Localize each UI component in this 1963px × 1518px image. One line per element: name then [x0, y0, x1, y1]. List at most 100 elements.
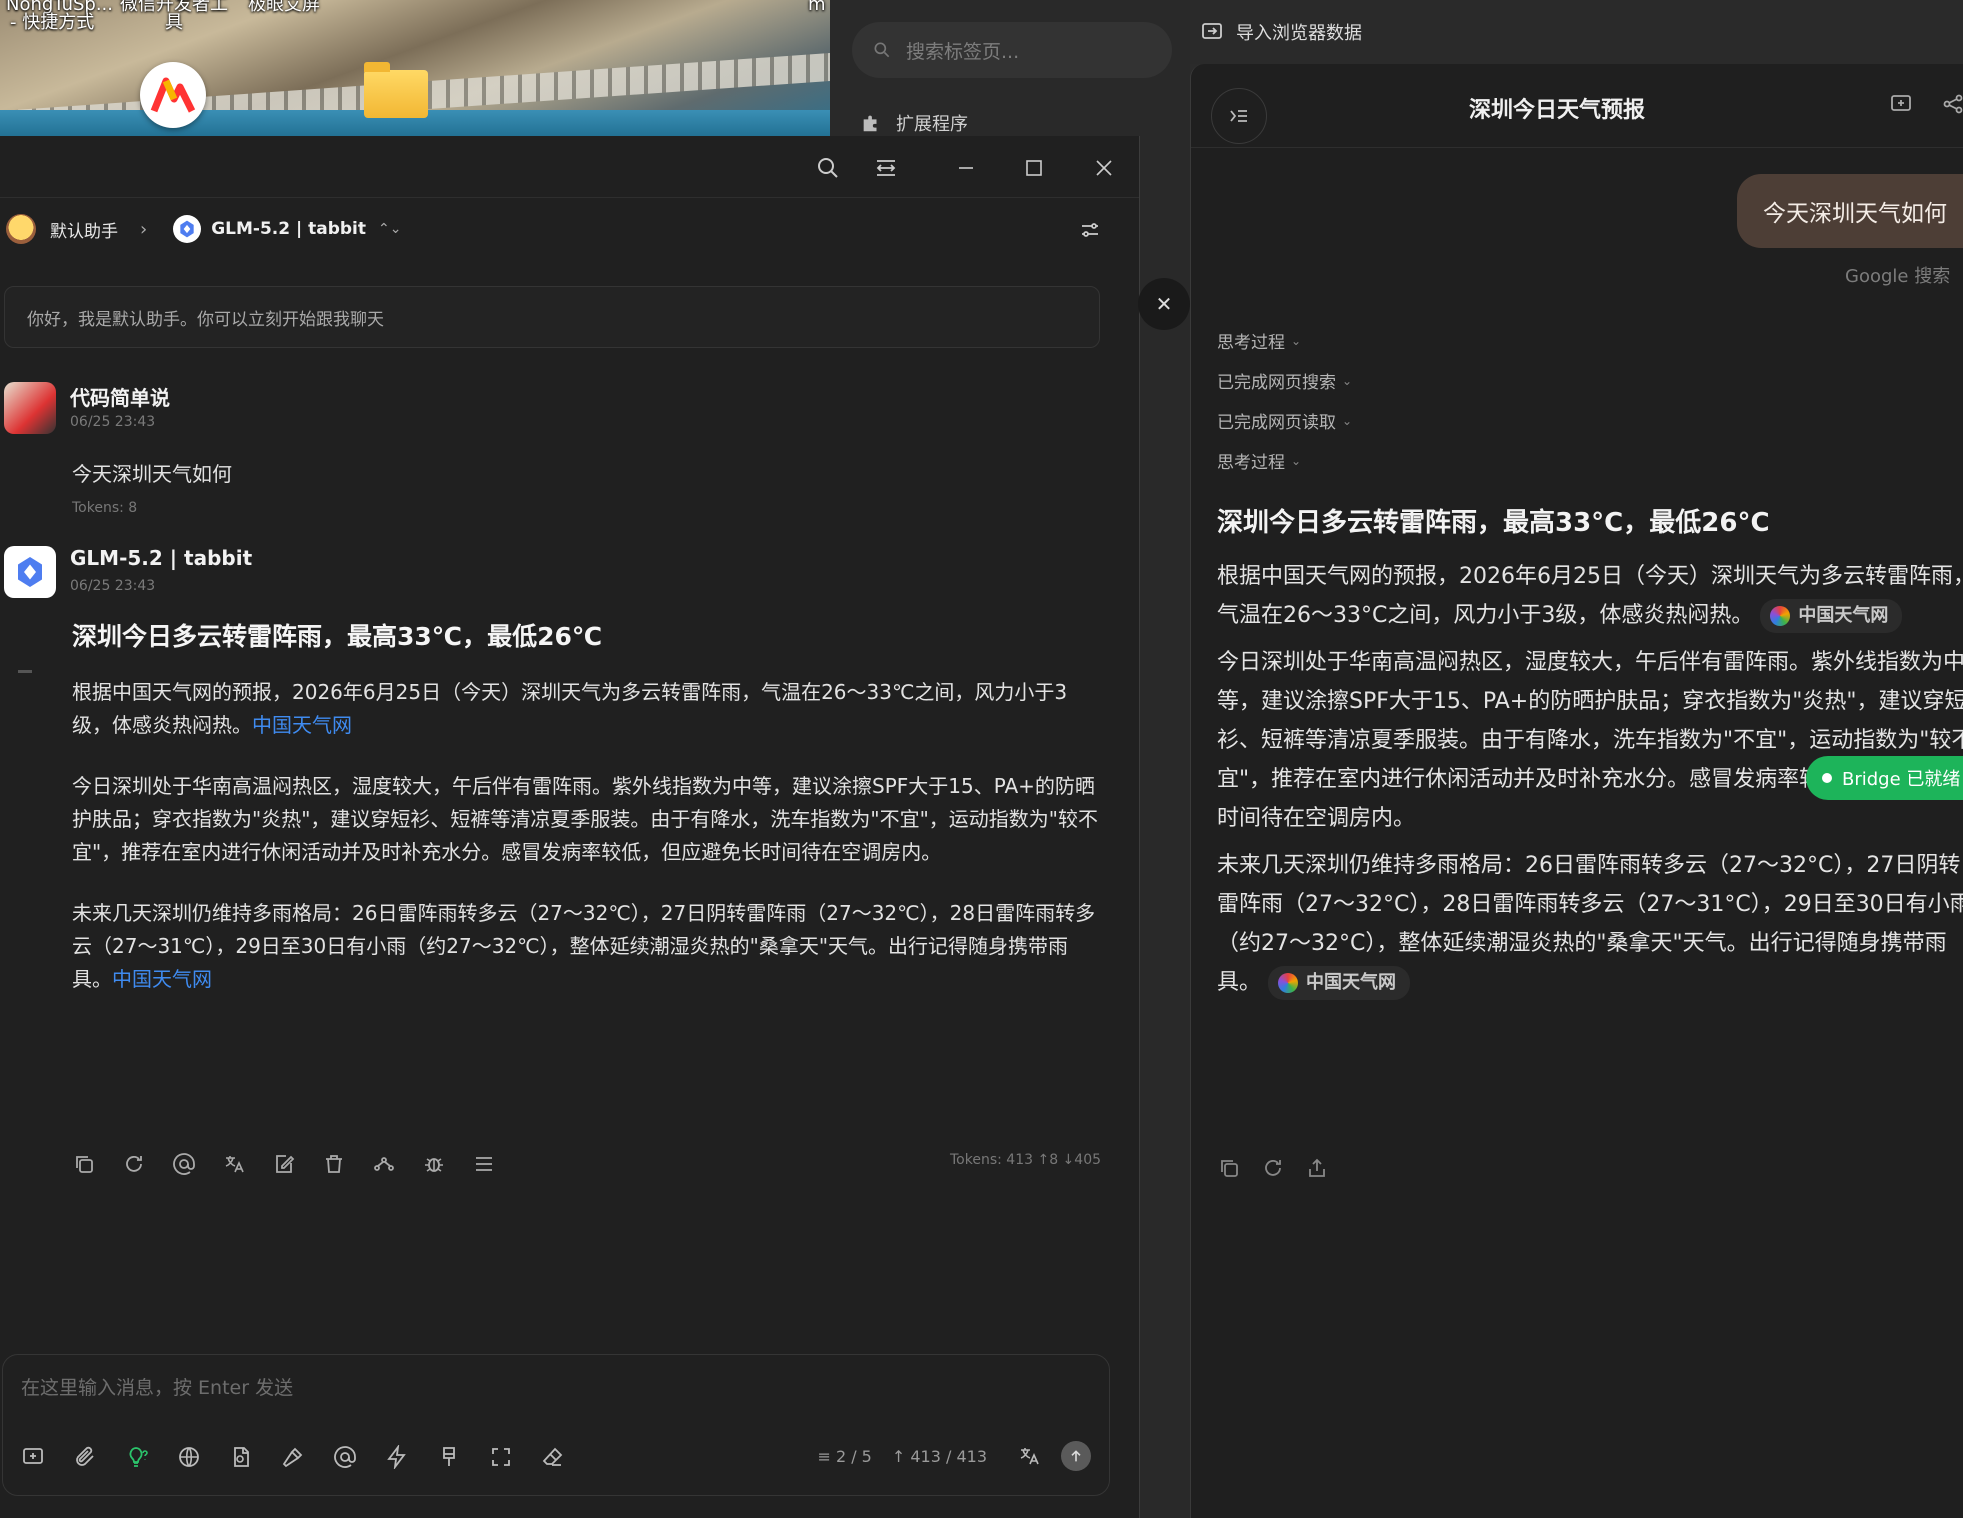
app-a-icon[interactable] — [140, 62, 206, 128]
model-logo-icon — [173, 215, 202, 243]
message-time: 06/25 23:43 — [70, 578, 156, 594]
tab-search-box[interactable]: 搜索标签页... — [852, 22, 1172, 78]
step-web-read[interactable]: 已完成网页读取 ⌄ — [1217, 408, 1352, 433]
assistant-panel-header: 深圳今日天气预报 — [1191, 64, 1963, 148]
upload-share-icon[interactable] — [1305, 1156, 1329, 1180]
extensions-menu-item[interactable]: 扩展程序 — [860, 110, 968, 136]
chevron-right-icon: › — [140, 218, 148, 240]
copy-icon[interactable] — [72, 1152, 96, 1176]
search-button[interactable] — [810, 150, 846, 186]
search-engine-label[interactable]: Google 搜索 — [1845, 262, 1950, 288]
step-label: 思考过程 — [1217, 453, 1285, 473]
maximize-icon — [1026, 160, 1042, 176]
step-web-search[interactable]: 已完成网页搜索 ⌄ — [1217, 368, 1352, 393]
window-titlebar — [0, 136, 1139, 198]
desktop-label-tool[interactable]: 具 — [165, 12, 183, 34]
user-avatar[interactable] — [4, 382, 56, 434]
context-counter: ≡ 2 / 5 — [817, 1446, 872, 1466]
composer-status: ≡ 2 / 5 ↑ 413 / 413 — [817, 1441, 1091, 1471]
answer-paragraph: 未来几天深圳仍维持多雨格局：26日雷阵雨转多云（27～32°C），27日阴转雷阵… — [1217, 846, 1963, 1002]
weather-logo-icon — [1770, 606, 1791, 626]
layout-icon — [876, 160, 896, 176]
source-chip[interactable]: 中国天气网 — [1760, 599, 1903, 633]
maximize-button[interactable] — [1016, 150, 1052, 186]
message-input[interactable] — [21, 1377, 1081, 1399]
fullscreen-icon[interactable] — [489, 1445, 513, 1469]
brush-icon[interactable] — [437, 1445, 461, 1469]
source-chip[interactable]: 中国天气网 — [1268, 966, 1411, 1000]
desktop-label-screen[interactable]: 极眼艾屏 — [248, 0, 320, 16]
bug-icon[interactable] — [422, 1152, 446, 1176]
source-link[interactable]: 中国天气网 — [252, 713, 352, 737]
message-actions — [72, 1152, 496, 1176]
source-name: 中国天气网 — [1306, 972, 1397, 993]
desktop-label-shortcut[interactable]: - 快捷方式 — [10, 12, 94, 34]
answer-heading: 深圳今日多云转雷阵雨，最高33°C，最低26°C — [1217, 508, 1770, 538]
puzzle-icon — [863, 115, 877, 132]
translate-icon[interactable] — [222, 1152, 246, 1176]
assistant-name[interactable]: 默认助手 — [50, 217, 118, 242]
scroll-marker — [18, 670, 32, 673]
context-count: 2 / 5 — [835, 1446, 872, 1466]
model-selector[interactable]: GLM-5.2 | tabbit — [211, 219, 366, 239]
close-panel-button[interactable]: ✕ — [1138, 278, 1190, 330]
assistant-greeting: 你好，我是默认助手。你可以立刻开始跟我聊天 — [4, 286, 1100, 348]
trash-icon[interactable] — [322, 1152, 346, 1176]
sliders-icon — [1082, 223, 1098, 237]
step-thinking-1[interactable]: 思考过程 ⌄ — [1217, 328, 1301, 353]
copy-icon[interactable] — [1217, 1156, 1241, 1180]
source-link[interactable]: 中国天气网 — [112, 967, 212, 991]
chevron-updown-icon[interactable]: ⌃⌄ — [378, 221, 401, 237]
arrow-up-icon — [1071, 1450, 1081, 1462]
send-button[interactable] — [1061, 1441, 1091, 1471]
answer-paragraph: 未来几天深圳仍维持多雨格局：26日雷阵雨转多云（27～32℃），27日阴转雷阵雨… — [72, 897, 1102, 996]
chevron-down-icon: ⌄ — [1342, 373, 1353, 388]
tool-hammer-icon[interactable] — [281, 1445, 305, 1469]
tab-search-placeholder: 搜索标签页... — [906, 40, 1020, 63]
layout-toggle-button[interactable] — [868, 150, 904, 186]
lightning-icon[interactable] — [385, 1445, 409, 1469]
status-dot — [1822, 773, 1832, 783]
branch-icon[interactable] — [372, 1152, 396, 1176]
model-name: GLM-5.2 | tabbit — [70, 546, 253, 570]
bridge-status-badge[interactable]: Bridge 已就绪 — [1806, 756, 1963, 800]
answer-heading: 深圳今日多云转雷阵雨，最高33℃，最低26℃ — [72, 622, 603, 651]
mention-icon[interactable] — [333, 1445, 357, 1469]
more-menu-icon[interactable] — [472, 1152, 496, 1176]
new-chat-icon[interactable] — [1889, 92, 1913, 116]
close-icon — [1096, 160, 1112, 176]
edit-icon[interactable] — [272, 1152, 296, 1176]
step-thinking-2[interactable]: 思考过程 ⌄ — [1217, 448, 1301, 473]
mention-icon[interactable] — [172, 1152, 196, 1176]
answer-paragraph: 根据中国天气网的预报，2026年6月25日（今天）深圳天气为多云转雷阵雨，气温在… — [72, 676, 1102, 742]
translate-icon[interactable] — [1017, 1444, 1041, 1468]
desktop-background: NongTuSp... - 快捷方式 微信开发者工 具 极眼艾屏 m — [0, 0, 830, 140]
eraser-icon[interactable] — [541, 1445, 565, 1469]
token-count: 413 / 413 — [910, 1446, 987, 1466]
answer-actions — [1217, 1156, 1329, 1180]
regenerate-icon[interactable] — [122, 1152, 146, 1176]
extensions-label: 扩展程序 — [896, 114, 968, 135]
web-search-icon[interactable] — [177, 1445, 201, 1469]
model-avatar[interactable] — [4, 546, 56, 598]
import-browser-data-button[interactable]: 导入浏览器数据 — [1236, 19, 1362, 45]
settings-sliders-button[interactable] — [1078, 218, 1102, 242]
thinking-bulb-icon[interactable] — [125, 1445, 149, 1469]
close-window-button[interactable] — [1086, 150, 1122, 186]
answer-paragraph: 根据中国天气网的预报，2026年6月25日（今天）深圳天气为多云转雷阵雨，气温在… — [1217, 557, 1963, 635]
refresh-icon[interactable] — [1261, 1156, 1285, 1180]
new-topic-icon[interactable] — [21, 1445, 45, 1469]
answer-paragraph: 今日深圳处于华南高温闷热区，湿度较大，午后伴有雷阵雨。紫外线指数为中等，建议涂擦… — [1217, 650, 1963, 831]
search-icon — [874, 42, 890, 58]
attachment-icon[interactable] — [73, 1445, 97, 1469]
folder-icon[interactable] — [364, 62, 428, 118]
assistant-avatar[interactable] — [6, 214, 36, 244]
chevron-down-icon: ⌄ — [1291, 453, 1302, 468]
knowledge-base-icon[interactable] — [229, 1445, 253, 1469]
source-name: 中国天气网 — [1798, 605, 1889, 626]
minimize-button[interactable] — [948, 150, 984, 186]
message-time: 06/25 23:43 — [70, 414, 156, 430]
share-icon[interactable] — [1941, 92, 1963, 116]
bridge-status-text: Bridge 已就绪 — [1842, 769, 1961, 790]
answer-text: 根据中国天气网的预报，2026年6月25日（今天）深圳天气为多云转雷阵雨，气温在… — [72, 680, 1068, 737]
